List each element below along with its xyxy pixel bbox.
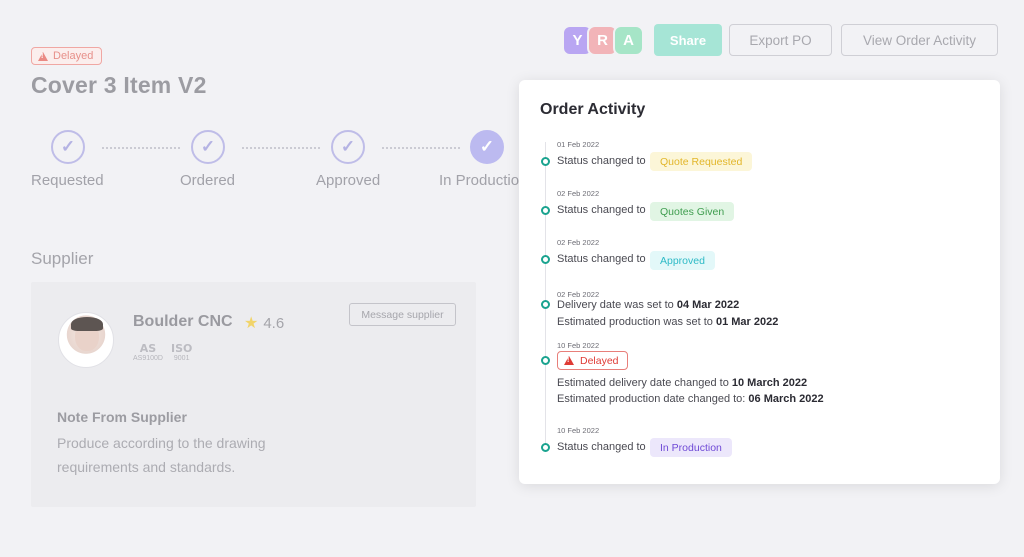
note-title: Note From Supplier <box>57 409 187 425</box>
cert-label: 9001 <box>173 355 190 362</box>
message-supplier-button[interactable]: Message supplier <box>349 303 456 326</box>
timeline-text: Delivery date was set to 04 Mar 2022 <box>557 299 739 311</box>
step-label-requested: Requested <box>31 172 104 189</box>
step-in-production-check-icon: ✓ <box>470 130 504 164</box>
status-chip-label: Delayed <box>580 354 619 367</box>
timeline-text: Status changed to <box>557 204 646 216</box>
status-chip-delayed: Delayed <box>557 351 628 370</box>
timeline-date: 01 Feb 2022 <box>557 140 600 149</box>
text-prefix: Estimated delivery date changed to <box>557 377 732 389</box>
warning-icon <box>564 356 574 365</box>
cert-iso9001: ISO 9001 <box>171 342 192 362</box>
page-title: Cover 3 Item V2 <box>31 72 207 98</box>
status-chip-quote-requested: Quote Requested <box>650 152 753 171</box>
avatar[interactable]: A <box>613 25 644 56</box>
panel-title: Order Activity <box>540 101 646 118</box>
step-connector <box>242 147 320 149</box>
share-button[interactable]: Share <box>654 24 722 56</box>
timeline-text: Estimated production date changed to: 06… <box>557 393 824 405</box>
status-badge-label: Delayed <box>53 50 94 62</box>
note-body: Produce according to the drawing require… <box>57 435 266 475</box>
view-order-activity-button[interactable]: View Order Activity <box>841 24 998 56</box>
text-prefix: Delivery date was set to <box>557 299 677 311</box>
supplier-name: Boulder CNC <box>133 313 233 330</box>
timeline-date: 02 Feb 2022 <box>557 290 600 299</box>
status-chip-quotes-given: Quotes Given <box>650 202 735 221</box>
production-date-value: 06 March 2022 <box>748 393 824 405</box>
cert-label: AS9100D <box>133 355 163 362</box>
timeline-date: 02 Feb 2022 <box>557 189 600 198</box>
timeline-text: Status changed to <box>557 155 646 167</box>
timeline-text: Status changed to <box>557 253 646 265</box>
step-approved-check-icon: ✓ <box>331 130 365 164</box>
timeline-dot-icon <box>541 356 550 365</box>
timeline-text: Estimated production was set to 01 Mar 2… <box>557 316 778 328</box>
supplier-rating: ★ 4.6 <box>244 312 284 334</box>
text-prefix: Estimated production was set to <box>557 316 716 328</box>
production-date-value: 01 Mar 2022 <box>715 316 779 328</box>
timeline-date: 10 Feb 2022 <box>557 426 600 435</box>
star-icon: ★ <box>244 315 259 332</box>
cert-as9100d: AS AS9100D <box>133 342 163 362</box>
order-activity-panel: Order Activity 01 Feb 2022 Status change… <box>519 80 1000 484</box>
avatar-initial: Y <box>572 32 583 49</box>
delivery-date-value: 10 March 2022 <box>731 377 808 389</box>
warning-icon <box>38 51 48 61</box>
step-connector <box>102 147 180 149</box>
timeline-date: 02 Feb 2022 <box>557 238 600 247</box>
export-po-button[interactable]: Export PO <box>729 24 832 56</box>
timeline-dot-icon <box>541 255 550 264</box>
text-prefix: Estimated production date changed to: <box>557 393 749 405</box>
status-chip-approved: Approved <box>650 251 715 270</box>
rating-value: 4.6 <box>263 314 285 332</box>
collaborator-avatars[interactable]: Y R A <box>562 25 652 57</box>
timeline-dot-icon <box>541 300 550 309</box>
supplier-card: Boulder CNC ★ 4.6 AS AS9100D ISO 9001 Me… <box>31 282 476 507</box>
timeline-line <box>545 142 546 448</box>
cert-as9100d-logo-icon: AS <box>139 342 157 355</box>
timeline-date: 10 Feb 2022 <box>557 341 600 350</box>
timeline-text: Status changed to <box>557 441 646 453</box>
supplier-heading: Supplier <box>31 249 94 268</box>
step-ordered-check-icon: ✓ <box>191 130 225 164</box>
timeline-dot-icon <box>541 443 550 452</box>
step-label-ordered: Ordered <box>180 172 236 189</box>
status-badge: Delayed <box>31 47 103 65</box>
supplier-avatar <box>58 312 114 368</box>
step-label-approved: Approved <box>316 172 381 189</box>
timeline-text: Estimated delivery date changed to 10 Ma… <box>557 377 807 389</box>
status-chip-in-production: In Production <box>650 438 732 457</box>
delivery-date-value: 04 Mar 2022 <box>676 299 740 311</box>
step-label-in-production: In Production <box>439 172 528 189</box>
cert-iso-logo-icon: ISO <box>171 342 193 355</box>
timeline-dot-icon <box>541 157 550 166</box>
avatar-initial: A <box>623 32 634 49</box>
step-connector <box>382 147 460 149</box>
timeline-dot-icon <box>541 206 550 215</box>
step-requested-check-icon: ✓ <box>51 130 85 164</box>
avatar-initial: R <box>597 32 608 49</box>
